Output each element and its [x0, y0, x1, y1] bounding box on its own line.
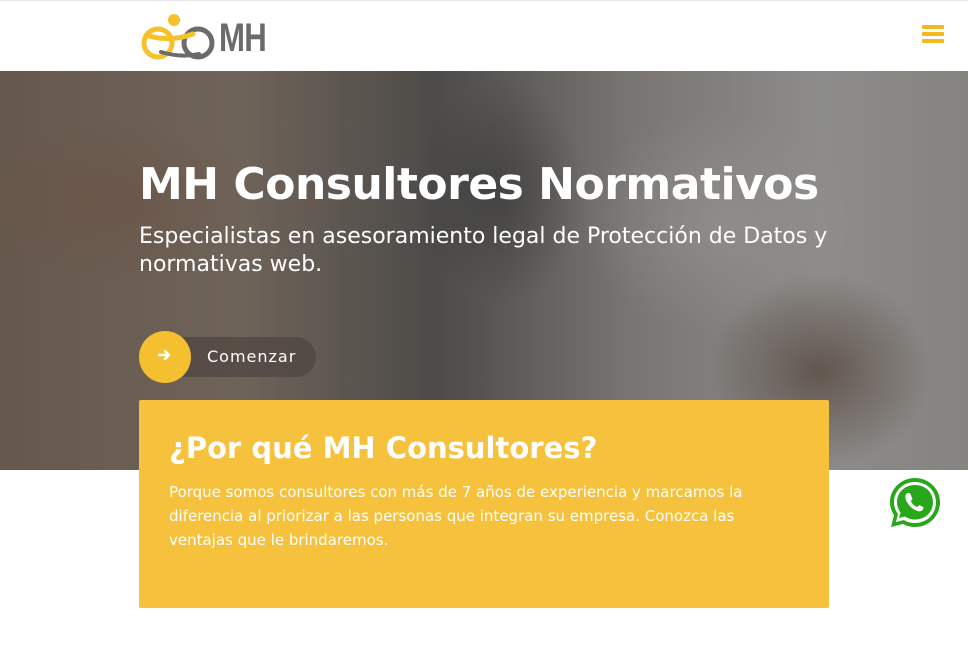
- why-text: Porque somos consultores con más de 7 añ…: [169, 483, 743, 549]
- hero-title: MH Consultores Normativos: [139, 159, 819, 210]
- cta-icon-circle: [139, 331, 191, 383]
- logo-cyclist-icon: [141, 14, 215, 60]
- top-navbar: MH: [0, 0, 968, 71]
- why-mh-card: ¿Por qué MH Consultores? Porque somos co…: [139, 400, 829, 608]
- arrow-right-icon: [158, 349, 171, 361]
- brand-logo[interactable]: MH: [141, 12, 271, 62]
- whatsapp-icon: [886, 474, 944, 532]
- comenzar-button[interactable]: Comenzar: [139, 331, 317, 383]
- why-title: ¿Por qué MH Consultores?: [169, 431, 598, 465]
- logo-text: MH: [219, 16, 267, 60]
- hero-subtitle: Especialistas en asesoramiento legal de …: [139, 224, 828, 277]
- comenzar-label: Comenzar: [207, 347, 297, 366]
- whatsapp-button[interactable]: [884, 472, 946, 534]
- hamburger-menu-icon[interactable]: [922, 25, 946, 47]
